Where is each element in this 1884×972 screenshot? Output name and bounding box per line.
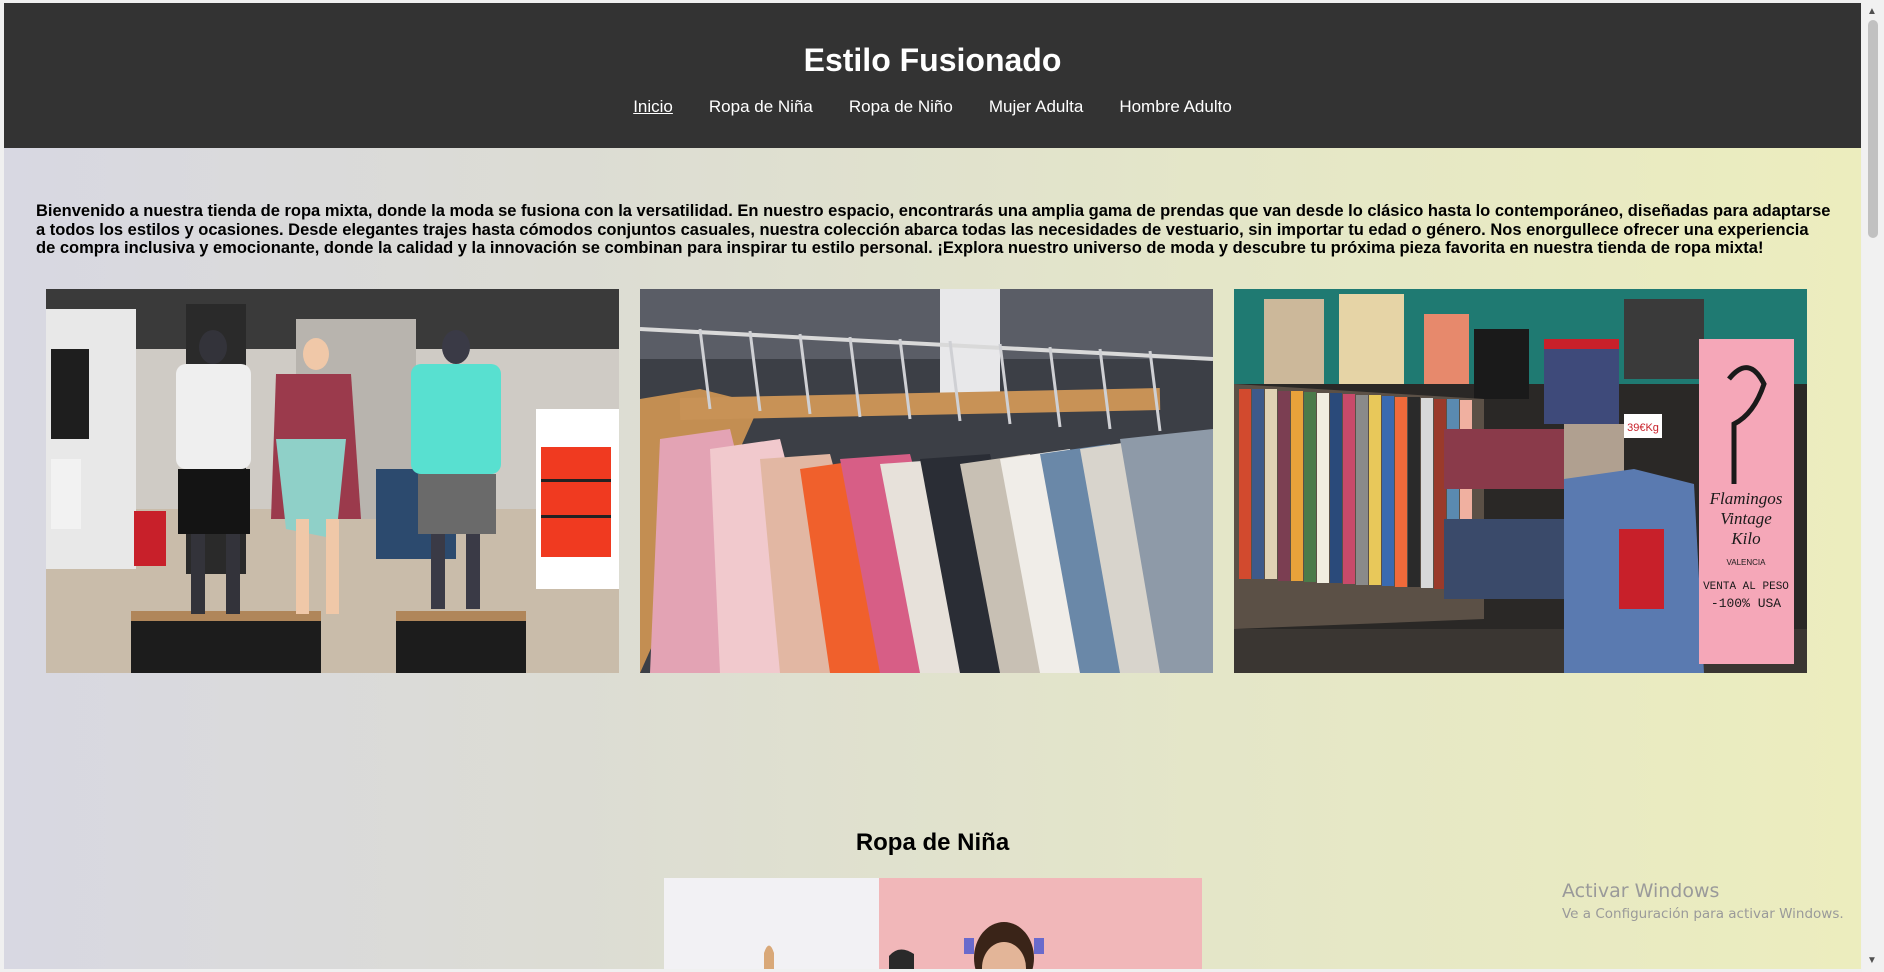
nav-link-ropa-nino[interactable]: Ropa de Niño <box>849 97 953 117</box>
vertical-scrollbar[interactable]: ▲ ▼ <box>1862 0 1884 972</box>
store-sign-offer-1: VENTA AL PESO <box>1703 581 1789 593</box>
nav-link-hombre-adulto[interactable]: Hombre Adulto <box>1119 97 1231 117</box>
scroll-up-arrow-icon[interactable]: ▲ <box>1867 6 1877 17</box>
store-sign-offer-2: -100% USA <box>1711 596 1781 611</box>
nav-link-mujer-adulta[interactable]: Mujer Adulta <box>989 97 1084 117</box>
site-header: Estilo Fusionado Inicio Ropa de Niña Rop… <box>4 3 1861 148</box>
store-sign-text-2: Vintage <box>1720 509 1772 528</box>
hanging-shirts-photo <box>640 288 1213 673</box>
nav-link-ropa-nina[interactable]: Ropa de Niña <box>709 97 813 117</box>
intro-text: Bienvenido a nuestra tienda de ropa mixt… <box>36 202 1831 257</box>
store-sign-text-1: Flamingos <box>1709 489 1783 508</box>
windows-activation-watermark: Activar Windows Ve a Configuración para … <box>1562 880 1844 922</box>
watermark-subtitle: Ve a Configuración para activar Windows. <box>1562 906 1844 922</box>
page-frame: Estilo Fusionado Inicio Ropa de Niña Rop… <box>4 3 1861 969</box>
price-tag-text: 39€Kg <box>1627 422 1659 434</box>
store-sign-text-3: Kilo <box>1730 529 1760 548</box>
girls-clothing-photo <box>664 878 1202 969</box>
vintage-shop-photo: Flamingos Vintage Kilo VALENCIA VENTA AL… <box>1234 288 1807 673</box>
scrollbar-thumb[interactable] <box>1868 20 1878 238</box>
section-title-ropa-nina: Ropa de Niña <box>855 829 1010 856</box>
store-sign-city: VALENCIA <box>1727 558 1767 567</box>
main-nav: Inicio Ropa de Niña Ropa de Niño Mujer A… <box>4 97 1861 117</box>
photo-gallery: Flamingos Vintage Kilo VALENCIA VENTA AL… <box>4 258 1861 673</box>
store-mannequins-photo <box>46 288 619 673</box>
scroll-down-arrow-icon[interactable]: ▼ <box>1867 955 1877 966</box>
watermark-title: Activar Windows <box>1562 880 1720 902</box>
nav-link-inicio[interactable]: Inicio <box>633 97 673 117</box>
site-title: Estilo Fusionado <box>803 42 1062 78</box>
